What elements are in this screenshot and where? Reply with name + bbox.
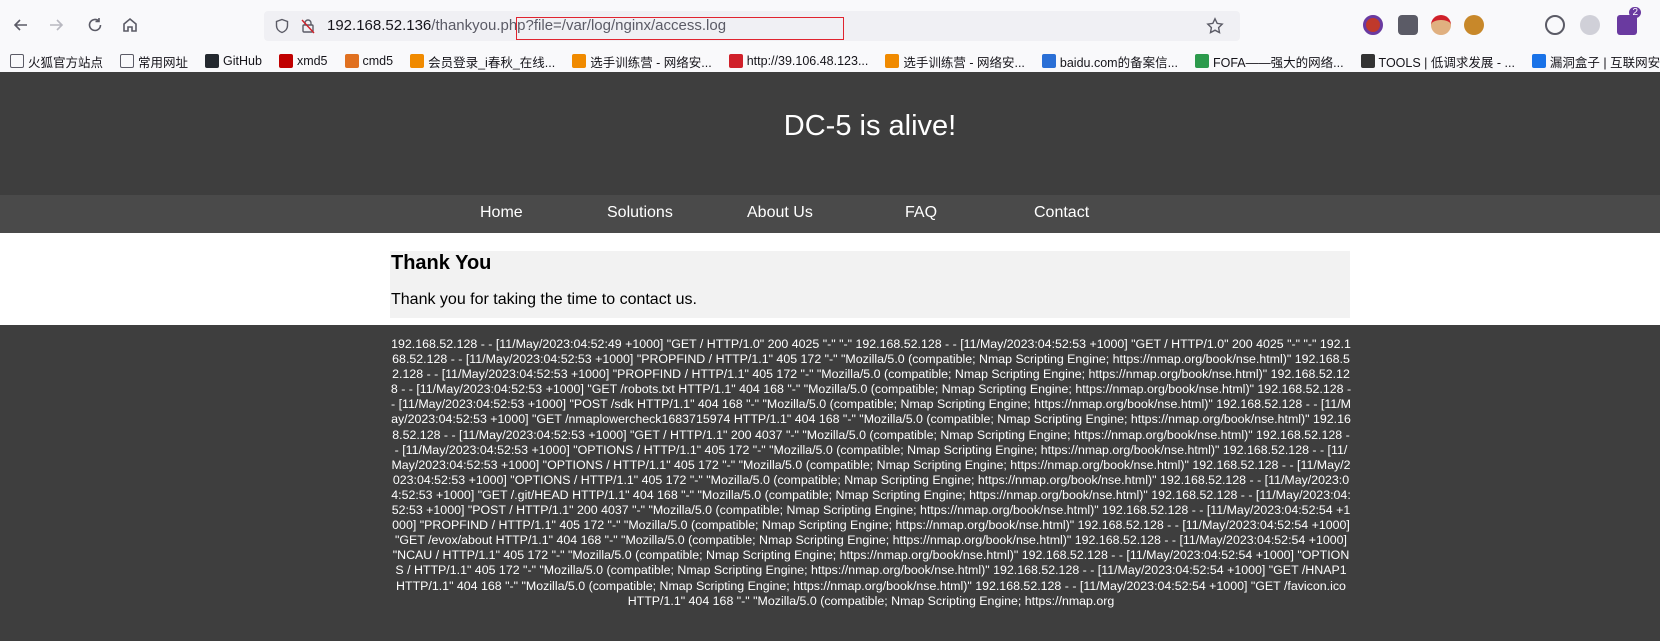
folder-icon — [10, 54, 24, 68]
bookmark-label: FOFA——强大的网络... — [1212, 55, 1344, 70]
extension-avatar-icon[interactable] — [1431, 15, 1451, 35]
bookmark-item[interactable]: 选手训练营 - 网络安... — [885, 52, 1025, 71]
extension-container-icon[interactable] — [1398, 15, 1418, 35]
site-nav: Home Solutions About Us FAQ Contact — [0, 195, 1660, 233]
site-header: DC-5 is alive! — [0, 72, 1660, 195]
bookmark-item[interactable]: 常用网址 — [120, 52, 188, 71]
nav-about-us[interactable]: About Us — [747, 204, 813, 222]
forward-button[interactable] — [43, 12, 69, 38]
bookmarks-bar: 火狐官方站点 常用网址 GitHub xmd5 cmd5 会员登录_i春秋_在线... 选手… — [0, 50, 1660, 72]
tools-icon — [1360, 54, 1375, 68]
bookmark-label: 选手训练营 - 网络安... — [903, 55, 1025, 70]
back-button[interactable] — [8, 12, 34, 38]
github-icon — [205, 54, 220, 68]
bookmark-item[interactable]: xmd5 — [278, 54, 328, 68]
bookmark-label: 选手训练营 - 网络安... — [590, 55, 712, 70]
baidu-icon — [1041, 54, 1056, 68]
bookmark-item[interactable]: 会员登录_i春秋_在线... — [410, 52, 555, 71]
bookmark-item[interactable]: 火狐官方站点 — [10, 52, 103, 71]
home-icon — [123, 17, 137, 32]
nav-faq[interactable]: FAQ — [905, 204, 937, 222]
access-log-output: 192.168.52.128 - - [11/May/2023:04:52:49… — [390, 337, 1352, 608]
bookmark-label: 常用网址 — [138, 55, 189, 70]
bookmark-label: cmd5 — [362, 54, 394, 68]
home-button[interactable] — [117, 12, 143, 38]
url-host: 192.168.52.136 — [327, 17, 432, 34]
ichunqiu-icon — [410, 54, 425, 68]
vulbox-icon — [1531, 54, 1546, 68]
bookmark-label: 火狐官方站点 — [28, 55, 104, 70]
thank-you-message: Thank you for taking the time to contact… — [391, 291, 697, 308]
site-title: DC-5 is alive! — [783, 110, 957, 142]
nav-contact[interactable]: Contact — [1034, 204, 1089, 222]
bookmark-label: xmd5 — [296, 54, 328, 68]
bookmark-label: 会员登录_i春秋_在线... — [428, 55, 556, 70]
xmd5-icon — [278, 54, 293, 68]
ichunqiu-icon — [885, 54, 900, 68]
bookmark-item[interactable]: TOOLS | 低调求发展 - ... — [1360, 52, 1515, 71]
reload-icon — [88, 18, 102, 32]
bookmark-label: GitHub — [223, 54, 262, 68]
extension-globe-icon[interactable] — [1363, 15, 1383, 35]
extension-monkey-icon[interactable] — [1464, 15, 1484, 35]
nav-solutions[interactable]: Solutions — [607, 204, 673, 222]
web-page: DC-5 is alive! Home Solutions About Us F… — [0, 72, 1660, 641]
page-heading: Thank You — [391, 252, 492, 274]
bookmark-item[interactable]: FOFA——强大的网络... — [1194, 52, 1344, 71]
bookmark-label: http://39.106.48.123... — [746, 54, 869, 68]
bookmark-label: TOOLS | 低调求发展 - ... — [1378, 55, 1515, 70]
arrow-left-icon — [13, 19, 27, 31]
bookmark-item[interactable]: http://39.106.48.123... — [728, 54, 869, 68]
bookmark-label: 漏洞盒子 | 互联网安... — [1549, 55, 1660, 70]
cookie-icon[interactable] — [1545, 15, 1565, 35]
nav-home[interactable]: Home — [480, 204, 523, 222]
shield-icon[interactable] — [274, 18, 290, 34]
ichunqiu-icon — [572, 54, 587, 68]
notification-badge: 2 — [1629, 7, 1641, 18]
bookmark-item[interactable]: 漏洞盒子 | 互联网安... — [1531, 52, 1660, 71]
downloads-icon[interactable]: 2 — [1617, 7, 1641, 35]
url-annotation-box — [516, 17, 844, 40]
folder-icon — [120, 54, 135, 68]
bookmark-label: baidu.com的备案信... — [1059, 55, 1178, 70]
bookmark-star-icon[interactable] — [1206, 17, 1224, 35]
bookmark-item[interactable]: 选手训练营 - 网络安... — [572, 52, 712, 71]
bookmark-item[interactable]: cmd5 — [344, 54, 394, 68]
browser-toolbar: 192.168.52.136/thankyou.php?file=/var/lo… — [0, 0, 1660, 50]
z-icon — [728, 54, 743, 68]
reload-button[interactable] — [82, 12, 108, 38]
bookmark-item[interactable]: GitHub — [205, 54, 262, 68]
insecure-lock-icon[interactable] — [300, 18, 316, 34]
fofa-icon — [1194, 54, 1209, 68]
arrow-right-icon — [50, 19, 64, 31]
cmd5-icon — [344, 54, 359, 68]
address-bar[interactable]: 192.168.52.136/thankyou.php?file=/var/lo… — [264, 11, 1240, 41]
bookmark-item[interactable]: baidu.com的备案信... — [1041, 52, 1178, 71]
extension-gear-icon[interactable] — [1580, 15, 1600, 35]
